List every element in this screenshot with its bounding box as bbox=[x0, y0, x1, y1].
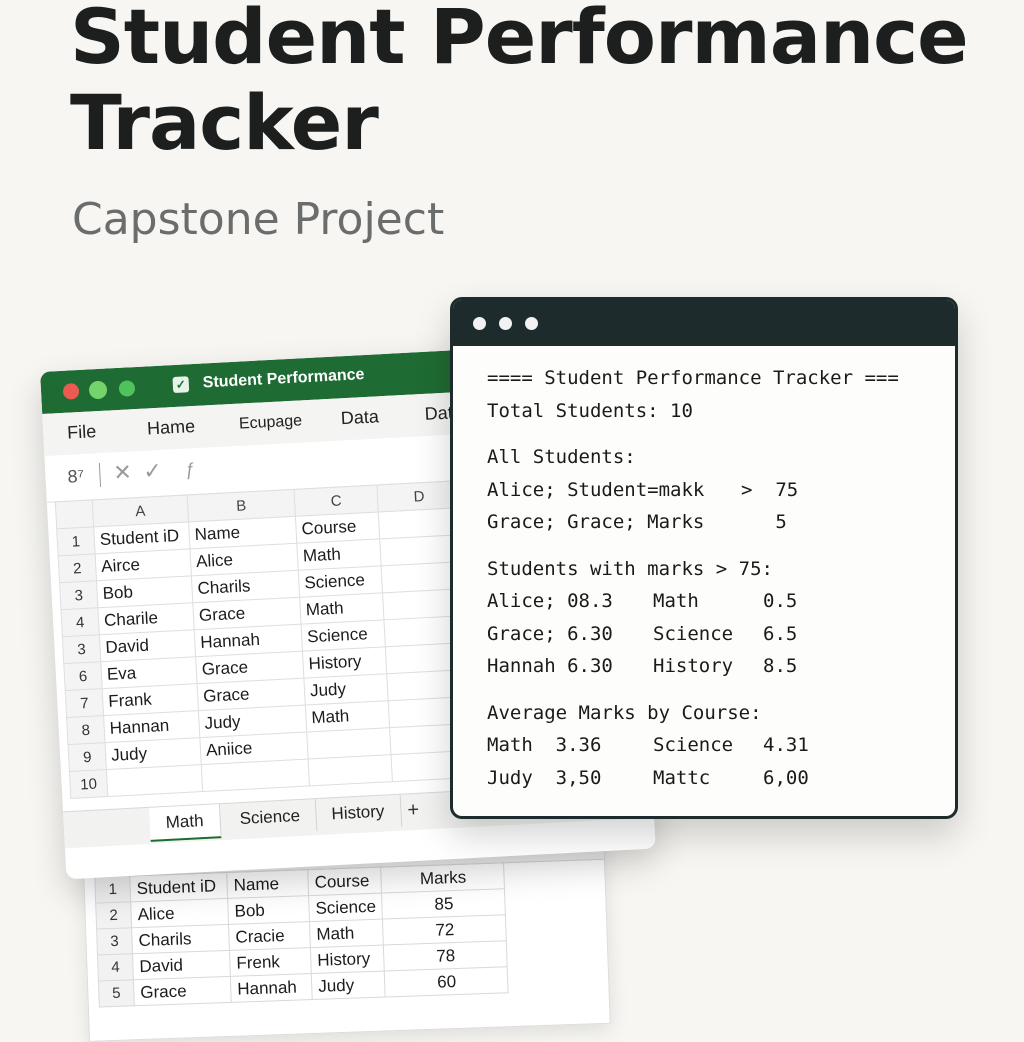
cell[interactable]: Charils bbox=[131, 924, 230, 954]
menu-file[interactable]: File bbox=[67, 421, 97, 443]
output-line: Judy 3,50 Mattc 6,00 bbox=[487, 762, 937, 795]
page-subtitle: Capstone Project bbox=[72, 194, 445, 245]
cell[interactable]: Cracie bbox=[228, 921, 311, 951]
cell[interactable] bbox=[201, 758, 310, 792]
cell[interactable]: Frenk bbox=[229, 947, 312, 977]
divider bbox=[98, 462, 102, 488]
cell[interactable] bbox=[106, 764, 203, 797]
row-number[interactable]: 4 bbox=[60, 607, 100, 637]
tab-math[interactable]: Math bbox=[148, 804, 222, 842]
output-cell: Hannah 6.30 bbox=[487, 655, 613, 677]
cancel-icon[interactable]: ✕ bbox=[113, 459, 133, 486]
cell[interactable]: Alice bbox=[130, 898, 229, 928]
output-cell: 4.31 bbox=[763, 734, 809, 756]
output-cell: Math bbox=[653, 590, 699, 612]
cell[interactable]: Course bbox=[307, 867, 383, 896]
output-line: Alice; 08.3 Math 0.5 bbox=[487, 585, 937, 618]
close-button[interactable] bbox=[62, 382, 80, 400]
sheet-grid: A B C D 1 Student iD Name Course 2 Airce Alice… bbox=[55, 480, 476, 799]
cell[interactable]: 60 bbox=[384, 966, 509, 997]
row-number[interactable]: 1 bbox=[94, 875, 131, 904]
menu-ecupage[interactable]: Ecupage bbox=[239, 412, 303, 433]
row-number[interactable]: 4 bbox=[97, 953, 134, 982]
menu-home[interactable]: Hame bbox=[147, 416, 196, 439]
row-number[interactable]: 2 bbox=[58, 553, 97, 583]
output-line: Math 3.36 Science 4.31 bbox=[487, 729, 937, 762]
page-title: Student Performance Tracker bbox=[70, 0, 969, 167]
output-cell: > 75 bbox=[741, 478, 799, 501]
output-line: Grace; Grace; Marks 5 bbox=[487, 506, 937, 539]
output-cell: 0.5 bbox=[763, 590, 798, 612]
output-cell: Science bbox=[653, 734, 734, 756]
menu-data[interactable]: Data bbox=[340, 406, 379, 429]
output-header: ==== Student Performance Tracker === bbox=[487, 367, 899, 389]
window-title: Student Performance bbox=[202, 366, 365, 392]
row-number[interactable]: 1 bbox=[56, 526, 96, 556]
output-line: Alice; Student=makk > 75 bbox=[487, 474, 937, 507]
back-sheet-table: 1 Student iD Name Course Marks 2 Alice Bob Scien… bbox=[94, 862, 509, 1007]
spreadsheet-app-icon: ✓ bbox=[172, 376, 190, 394]
row-number[interactable]: 8 bbox=[66, 715, 105, 745]
output-line: Hannah 6.30 History 8.5 bbox=[487, 650, 937, 683]
terminal-title-bar bbox=[453, 300, 955, 346]
minimize-button[interactable] bbox=[88, 380, 108, 400]
output-cell: Science bbox=[653, 622, 734, 645]
terminal-window: ==== Student Performance Tracker === Tot… bbox=[450, 297, 958, 819]
cell[interactable] bbox=[308, 754, 393, 786]
cell[interactable]: David bbox=[132, 950, 231, 980]
add-sheet-button[interactable]: + bbox=[407, 794, 420, 827]
tab-science[interactable]: Science bbox=[222, 799, 318, 836]
cell[interactable]: Hannah bbox=[230, 973, 313, 1003]
output-cell: 5 bbox=[741, 511, 787, 533]
row-number[interactable]: 10 bbox=[69, 769, 108, 799]
output-cell: Judy 3,50 bbox=[487, 766, 602, 789]
output-cell: 8.5 bbox=[763, 655, 798, 677]
output-cell: 6.5 bbox=[763, 622, 798, 645]
row-number[interactable]: 5 bbox=[98, 979, 135, 1007]
cell[interactable]: History bbox=[310, 945, 385, 974]
output-cell: Math 3.36 bbox=[487, 734, 602, 756]
output-section-title: Average Marks by Course: bbox=[487, 701, 762, 724]
output-section-title: Students with marks > 75: bbox=[487, 557, 773, 580]
output-cell: History bbox=[653, 655, 734, 677]
select-all-corner[interactable] bbox=[55, 499, 94, 529]
cell[interactable]: Science bbox=[308, 893, 383, 922]
output-cell: Alice; Student=makk bbox=[487, 478, 705, 501]
output-cell: Grace; Grace; Marks bbox=[487, 511, 705, 533]
row-number[interactable]: 9 bbox=[68, 742, 107, 772]
cell[interactable]: Grace bbox=[133, 976, 232, 1006]
row-number[interactable]: 3 bbox=[59, 580, 98, 610]
maximize-button[interactable] bbox=[525, 317, 538, 330]
row-number[interactable]: 3 bbox=[62, 634, 101, 664]
close-button[interactable] bbox=[473, 317, 486, 330]
terminal-output: ==== Student Performance Tracker === Tot… bbox=[487, 362, 937, 794]
cell[interactable]: Bob bbox=[227, 895, 310, 925]
output-cell: 6,00 bbox=[763, 766, 809, 789]
row-number[interactable]: 2 bbox=[95, 901, 132, 930]
cell[interactable]: Student iD bbox=[129, 872, 228, 902]
output-cell: Grace; 6.30 bbox=[487, 622, 613, 645]
function-icon[interactable]: ƒ bbox=[185, 459, 196, 480]
cell[interactable]: Judy bbox=[311, 971, 386, 1000]
row-number[interactable]: 6 bbox=[63, 661, 103, 691]
output-cell: Alice; 08.3 bbox=[487, 590, 613, 612]
output-section-title: All Students: bbox=[487, 446, 636, 468]
row-number[interactable]: 7 bbox=[65, 688, 104, 718]
output-cell: Mattc bbox=[653, 766, 711, 789]
output-line: Grace; 6.30 Science 6.5 bbox=[487, 618, 937, 651]
output-total: Total Students: 10 bbox=[487, 399, 693, 422]
confirm-icon[interactable]: ✓ bbox=[143, 458, 163, 485]
cell[interactable]: Name bbox=[226, 869, 309, 899]
tab-history[interactable]: History bbox=[314, 794, 403, 832]
minimize-button[interactable] bbox=[499, 317, 512, 330]
row-number[interactable]: 3 bbox=[96, 927, 133, 956]
name-box[interactable]: 8⁷ bbox=[67, 466, 85, 488]
maximize-button[interactable] bbox=[118, 380, 136, 397]
cell[interactable]: Math bbox=[309, 919, 384, 948]
